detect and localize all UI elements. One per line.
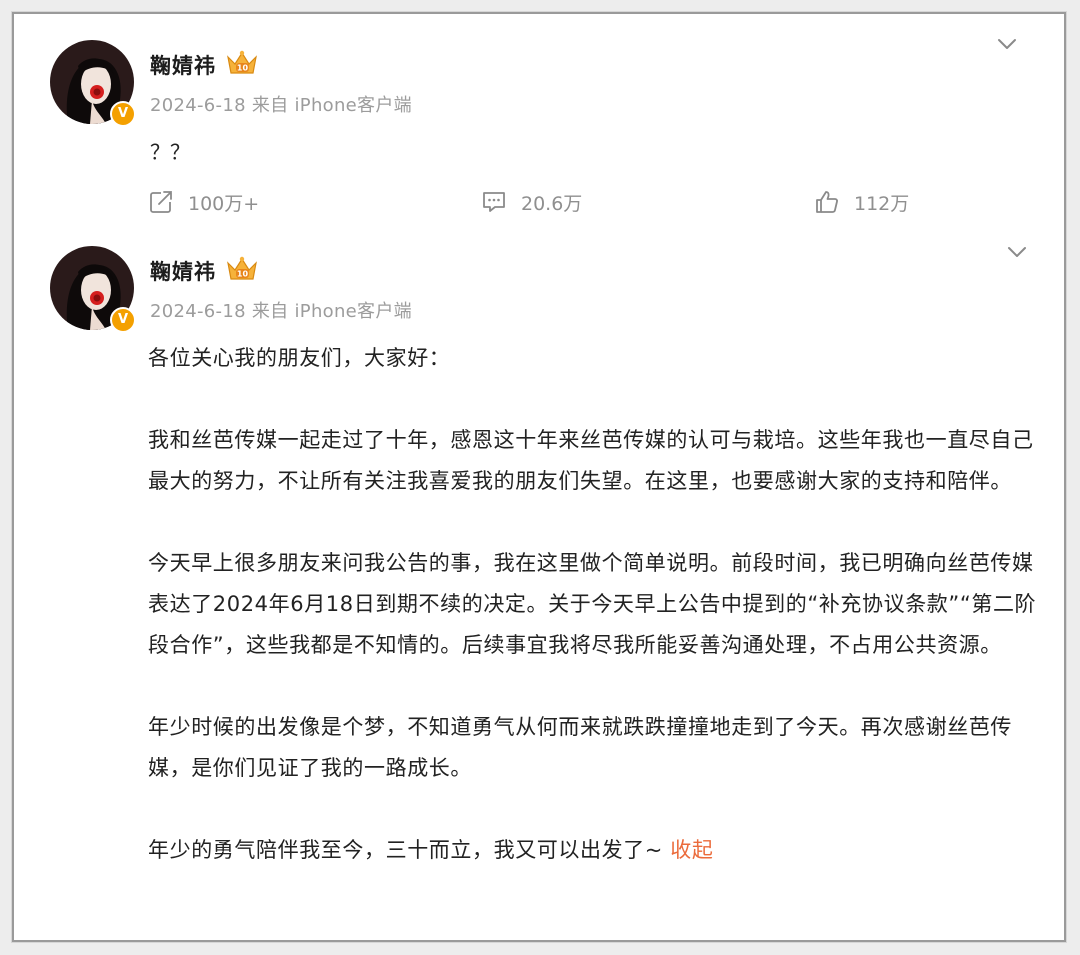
chevron-down-icon[interactable] (996, 36, 1018, 52)
avatar[interactable]: V (50, 246, 136, 333)
verified-badge-icon: V (110, 101, 136, 127)
member-crown-icon: 10 (227, 50, 257, 74)
member-level: 10 (237, 270, 249, 279)
comment-icon (483, 192, 505, 212)
body-paragraph: 年少时候的出发像是个梦，不知道勇气从何而来就跌跌撞撞地走到了今天。再次感谢丝芭传… (148, 715, 1012, 780)
author-name[interactable]: 鞠婧祎 (150, 256, 216, 286)
weibo-post: V 鞠婧祎 10 2024-6-18 来自 iPhone客户端 各位关心我的朋友… (14, 242, 1064, 940)
body-paragraph: 我和丝芭传媒一起走过了十年，感恩这十年来丝芭传媒的认可与栽培。这些年我也一直尽自… (148, 428, 1034, 493)
repost-button[interactable]: 100万+ (148, 186, 259, 218)
weibo-post: V 鞠婧祎 10 2024-6-18 来自 iPhone客户端 ？？ 100万+ (14, 14, 1064, 242)
post-meta: 2024-6-18 来自 iPhone客户端 (150, 301, 412, 322)
comment-button[interactable]: 20.6万 (481, 186, 582, 218)
post-body: 各位关心我的朋友们，大家好： 我和丝芭传媒一起走过了十年，感恩这十年来丝芭传媒的… (148, 338, 1038, 871)
verified-badge-icon: V (110, 307, 136, 333)
closing-paragraph: 年少的勇气陪伴我至今，三十而立，我又可以出发了~ 收起 (148, 830, 1038, 871)
closing-text: 年少的勇气陪伴我至今，三十而立，我又可以出发了~ (148, 838, 663, 862)
action-bar: 100万+ 20.6万 112万 (14, 184, 1064, 224)
repost-count: 100万+ (188, 192, 260, 215)
author-name[interactable]: 鞠婧祎 (150, 50, 216, 80)
thumbs-up-icon (816, 191, 838, 213)
chevron-down-icon[interactable] (1006, 244, 1028, 260)
greeting-paragraph: 各位关心我的朋友们，大家好： (148, 346, 451, 370)
member-level: 10 (237, 64, 249, 73)
comment-count: 20.6万 (521, 192, 583, 215)
like-button[interactable]: 112万 (814, 186, 909, 218)
post-text: ？？ (150, 140, 190, 164)
repost-icon (150, 191, 172, 213)
collapse-link[interactable]: 收起 (670, 838, 713, 862)
avatar[interactable]: V (50, 40, 136, 127)
weibo-feed: V 鞠婧祎 10 2024-6-18 来自 iPhone客户端 ？？ 100万+ (12, 12, 1066, 942)
like-count: 112万 (854, 192, 910, 215)
post-meta: 2024-6-18 来自 iPhone客户端 (150, 95, 412, 116)
member-crown-icon: 10 (227, 256, 257, 280)
body-paragraph: 今天早上很多朋友来问我公告的事，我在这里做个简单说明。前段时间，我已明确向丝芭传… (148, 551, 1037, 657)
